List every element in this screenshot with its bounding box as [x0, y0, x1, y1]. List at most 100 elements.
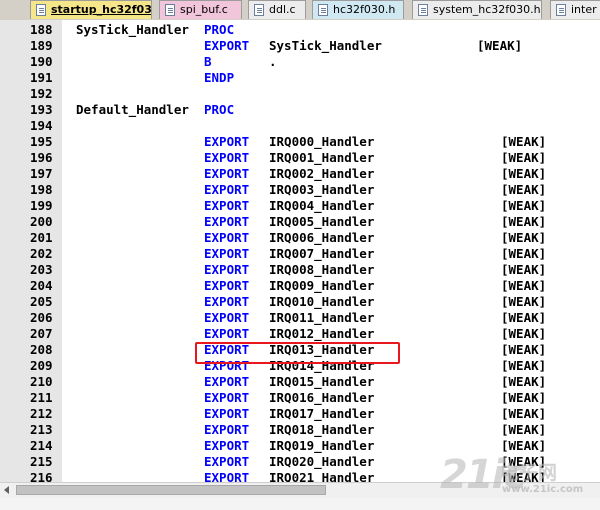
- code-line: 193 Default_Handler PROC: [0, 102, 600, 118]
- code-operand: IRQ002_Handler: [269, 166, 375, 181]
- line-number: 209: [30, 358, 53, 373]
- tab-spi-buf-c[interactable]: spi_buf.c: [159, 0, 242, 19]
- code-line: 215 EXPORT IRQ020_Handler [WEAK]: [0, 454, 600, 470]
- code-operand: IRQ003_Handler: [269, 182, 375, 197]
- code-operand: SysTick_Handler: [269, 38, 382, 53]
- line-number: 198: [30, 182, 53, 197]
- line-number: 208: [30, 342, 53, 357]
- code-operand: IRQ017_Handler: [269, 406, 375, 421]
- code-line: 190 B.: [0, 54, 600, 70]
- code-attribute: [WEAK]: [501, 198, 547, 213]
- code-directive: EXPORT: [204, 150, 250, 165]
- line-number: 213: [30, 422, 53, 437]
- line-number: 199: [30, 198, 53, 213]
- code-operand: IRQ004_Handler: [269, 198, 375, 213]
- line-number: 191: [30, 70, 53, 85]
- code-line: 199 EXPORT IRQ004_Handler [WEAK]: [0, 198, 600, 214]
- code-operand: IRQ020_Handler: [269, 454, 375, 469]
- tab-bar: startup_hc32f030.s spi_buf.c ddl.c hc32f…: [0, 0, 600, 21]
- code-attribute: [WEAK]: [501, 310, 547, 325]
- line-number: 194: [30, 118, 53, 133]
- line-number: 206: [30, 310, 53, 325]
- code-line: 211 EXPORT IRQ016_Handler [WEAK]: [0, 390, 600, 406]
- code-operand: IRQ010_Handler: [269, 294, 375, 309]
- c-file-icon: [254, 4, 264, 16]
- code-line: 210 EXPORT IRQ015_Handler [WEAK]: [0, 374, 600, 390]
- c-file-icon: [165, 4, 175, 16]
- scrollbar-thumb[interactable]: [16, 485, 326, 495]
- h-file-icon: [318, 4, 328, 16]
- line-number: 197: [30, 166, 53, 181]
- code-operand: IRQ006_Handler: [269, 230, 375, 245]
- line-number: 189: [30, 38, 53, 53]
- code-line: 201 EXPORT IRQ006_Handler [WEAK]: [0, 230, 600, 246]
- tab-inter[interactable]: inter: [550, 0, 600, 19]
- code-directive: EXPORT: [204, 438, 250, 453]
- line-number: 202: [30, 246, 53, 261]
- code-attribute: [WEAK]: [501, 182, 547, 197]
- code-attribute: [WEAK]: [501, 246, 547, 261]
- scroll-left-arrow-icon[interactable]: [4, 486, 9, 494]
- line-number: 211: [30, 390, 53, 405]
- tab-hc32f030-h[interactable]: hc32f030.h: [312, 0, 404, 19]
- code-attribute: [WEAK]: [501, 294, 547, 309]
- code-line: 205 EXPORT IRQ010_Handler [WEAK]: [0, 294, 600, 310]
- line-number: 201: [30, 230, 53, 245]
- code-line: 206 EXPORT IRQ011_Handler [WEAK]: [0, 310, 600, 326]
- code-operand: IRQ008_Handler: [269, 262, 375, 277]
- tab-ddl-c[interactable]: ddl.c: [248, 0, 306, 19]
- code-directive: EXPORT: [204, 230, 250, 245]
- line-number: 212: [30, 406, 53, 421]
- code-attribute: [WEAK]: [501, 150, 547, 165]
- code-directive: EXPORT: [204, 134, 250, 149]
- tab-system-hc32f030-h[interactable]: system_hc32f030.h: [412, 0, 542, 19]
- code-operand: IRQ016_Handler: [269, 390, 375, 405]
- code-line: 191 ENDP: [0, 70, 600, 86]
- line-number: 188: [30, 22, 53, 37]
- code-directive: EXPORT: [204, 310, 250, 325]
- tab-startup-hc32f030-s[interactable]: startup_hc32f030.s: [30, 0, 152, 19]
- code-operand: IRQ001_Handler: [269, 150, 375, 165]
- code-attribute: [WEAK]: [501, 166, 547, 181]
- code-directive: EXPORT: [204, 326, 250, 341]
- code-directive: EXPORT: [204, 454, 250, 469]
- code-attribute: [WEAK]: [477, 38, 523, 53]
- code-directive: EXPORT: [204, 166, 250, 181]
- line-number: 203: [30, 262, 53, 277]
- code-line: 188 SysTick_Handler PROC: [0, 22, 600, 38]
- horizontal-scrollbar[interactable]: [0, 482, 600, 498]
- code-line: 207 EXPORT IRQ012_Handler [WEAK]: [0, 326, 600, 342]
- code-line: 202 EXPORT IRQ007_Handler [WEAK]: [0, 246, 600, 262]
- code-attribute: [WEAK]: [501, 390, 547, 405]
- line-number: 193: [30, 102, 53, 117]
- code-operand: IRQ011_Handler: [269, 310, 375, 325]
- code-operand: IRQ000_Handler: [269, 134, 375, 149]
- line-number: 214: [30, 438, 53, 453]
- code-attribute: [WEAK]: [501, 326, 547, 341]
- highlight-box: [195, 342, 400, 364]
- code-directive: EXPORT: [204, 262, 250, 277]
- line-number: 204: [30, 278, 53, 293]
- code-directive: EXPORT: [204, 374, 250, 389]
- code-line: 196 EXPORT IRQ001_Handler [WEAK]: [0, 150, 600, 166]
- code-directive: ENDP: [204, 70, 235, 85]
- status-strip: [0, 498, 600, 510]
- line-number: 192: [30, 86, 53, 101]
- code-line: 204 EXPORT IRQ009_Handler [WEAK]: [0, 278, 600, 294]
- code-attribute: [WEAK]: [501, 262, 547, 277]
- code-attribute: [WEAK]: [501, 422, 547, 437]
- code-line: 198 EXPORT IRQ003_Handler [WEAK]: [0, 182, 600, 198]
- code-directive: EXPORT: [204, 38, 250, 53]
- code-attribute: [WEAK]: [501, 406, 547, 421]
- code-attribute: [WEAK]: [501, 438, 547, 453]
- code-operand: IRQ005_Handler: [269, 214, 375, 229]
- code-operand: IRQ019_Handler: [269, 438, 375, 453]
- line-number: 195: [30, 134, 53, 149]
- code-directive: EXPORT: [204, 214, 250, 229]
- h-file-icon: [556, 4, 566, 16]
- line-number: 196: [30, 150, 53, 165]
- code-editor[interactable]: 188 SysTick_Handler PROC 189 EXPORT SysTick_H…: [0, 20, 600, 485]
- code-directive: PROC: [204, 22, 235, 37]
- h-file-icon: [418, 4, 428, 16]
- code-line: 212 EXPORT IRQ017_Handler [WEAK]: [0, 406, 600, 422]
